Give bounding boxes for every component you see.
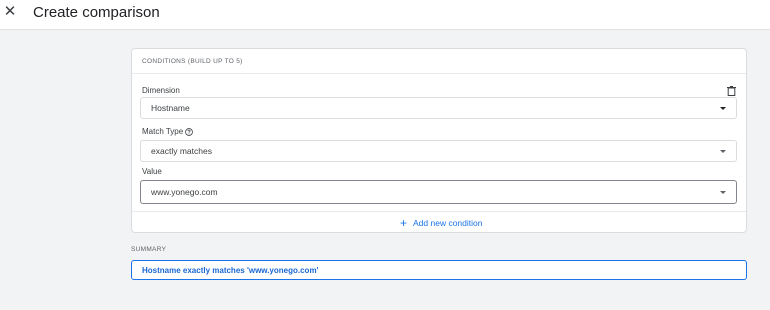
summary-text: Hostname exactly matches 'www.yonego.com… (142, 266, 319, 275)
match-type-label: Match Type (142, 127, 194, 137)
chevron-down-icon (720, 191, 726, 194)
chevron-down-icon (720, 150, 726, 153)
match-type-label-text: Match Type (142, 127, 184, 136)
summary-label: SUMMARY (131, 246, 167, 253)
match-type-select[interactable]: exactly matches (140, 140, 737, 162)
value-label: Value (142, 167, 162, 176)
plus-icon: + (400, 216, 408, 230)
page-title: Create comparison (33, 4, 160, 21)
value-field-value: www.yonego.com (151, 187, 218, 197)
dimension-select[interactable]: Hostname (140, 97, 737, 119)
top-bar: ✕ Create comparison (0, 0, 770, 30)
conditions-card: CONDITIONS (BUILD UP TO 5) Dimension Hos… (131, 48, 747, 233)
chevron-down-icon (720, 107, 726, 110)
divider (132, 73, 746, 74)
trash-icon[interactable] (727, 86, 736, 96)
close-icon[interactable]: ✕ (2, 4, 18, 20)
divider (132, 211, 746, 212)
dimension-value: Hostname (151, 103, 190, 113)
summary-box: Hostname exactly matches 'www.yonego.com… (131, 260, 747, 280)
dimension-label: Dimension (142, 86, 180, 95)
match-type-value: exactly matches (151, 146, 212, 156)
add-condition-button[interactable]: + Add new condition (400, 217, 482, 229)
value-select[interactable]: www.yonego.com (140, 180, 737, 204)
add-condition-label: Add new condition (413, 218, 483, 228)
help-circle-icon[interactable] (185, 128, 194, 136)
conditions-heading: CONDITIONS (BUILD UP TO 5) (142, 58, 243, 65)
